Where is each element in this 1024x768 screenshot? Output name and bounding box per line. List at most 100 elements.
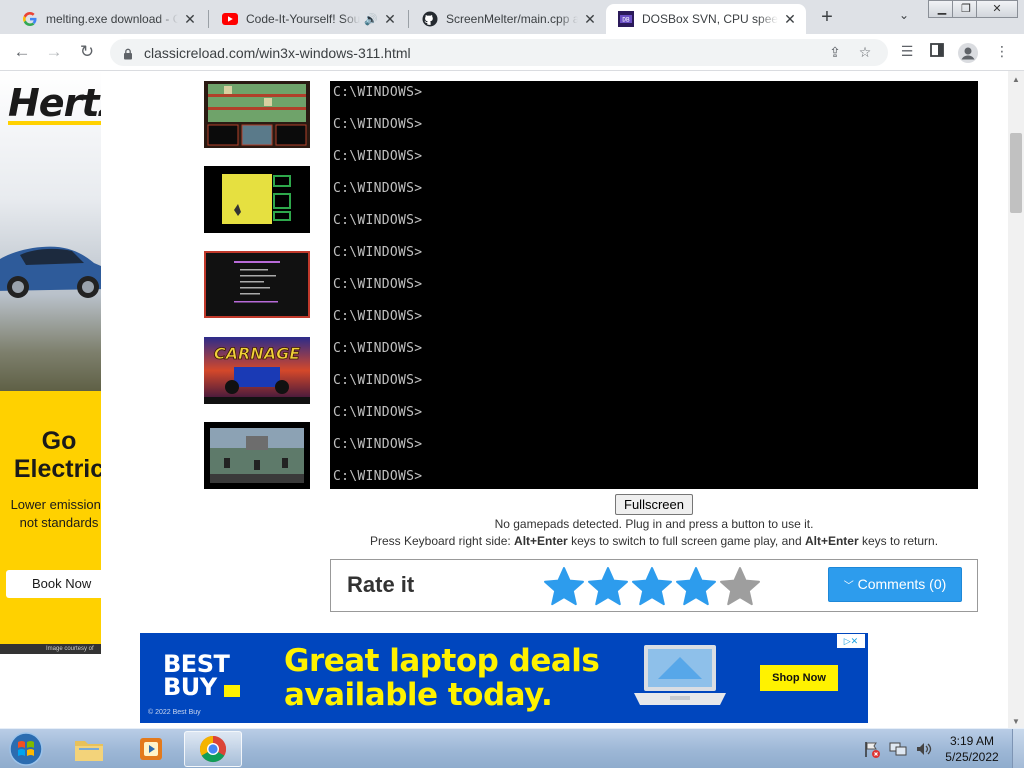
dosbox-icon: DB <box>618 11 634 27</box>
game-thumbnail[interactable] <box>204 166 310 233</box>
car-image <box>0 246 101 298</box>
bestbuy-ad[interactable]: BEST BUY © 2022 Best Buy Great laptop dea… <box>140 633 868 723</box>
network-icon[interactable] <box>888 739 908 759</box>
youtube-icon <box>222 11 238 27</box>
side-panel-icon[interactable] <box>927 43 947 63</box>
star-icon[interactable] <box>718 566 762 608</box>
volume-icon[interactable] <box>914 739 934 759</box>
star-icon[interactable] <box>674 566 718 608</box>
bookmark-star-icon[interactable]: ☆ <box>854 44 876 61</box>
tab-screenmelter[interactable]: ScreenMelter/main.cpp at ✕ <box>410 4 606 34</box>
dos-prompt-line: C:\WINDOWS> <box>333 405 423 420</box>
close-tab-icon[interactable]: ✕ <box>782 11 798 27</box>
show-desktop-button[interactable] <box>1012 729 1024 768</box>
game-screenshot-image <box>204 81 310 148</box>
google-icon <box>22 11 38 27</box>
svg-text:DB: DB <box>622 17 630 24</box>
dos-prompt-line: C:\WINDOWS> <box>333 277 423 292</box>
reload-button[interactable]: ↻ <box>75 40 99 64</box>
new-tab-button[interactable]: + <box>814 6 840 30</box>
tab-title: DOSBox SVN, CPU speed: <box>642 12 778 26</box>
speaker-icon[interactable]: 🔊 <box>364 13 378 26</box>
key-combo: Alt+Enter <box>514 534 568 548</box>
forward-button[interactable]: → <box>42 40 66 64</box>
clock-time: 3:19 AM <box>949 734 995 748</box>
bestbuy-headline: Great laptop deals available today. <box>284 644 600 712</box>
media-player-icon <box>140 738 162 760</box>
tab-search-chevron-icon[interactable]: ⌄ <box>894 8 914 28</box>
file-explorer-taskbar-button[interactable] <box>60 731 118 767</box>
laptop-image <box>634 645 726 705</box>
game-screenshot-image: CARNAGE <box>204 337 310 404</box>
game-thumbnail[interactable] <box>204 251 310 318</box>
reading-list-icon[interactable]: ☰ <box>897 43 917 63</box>
tab-title: ScreenMelter/main.cpp at <box>446 12 578 26</box>
chrome-taskbar-button[interactable] <box>184 731 242 767</box>
tab-code-it-yourself[interactable]: Code-It-Yourself! Sou 🔊 ✕ <box>210 4 406 34</box>
url-text[interactable]: classicreload.com/win3x-windows-311.html <box>144 45 816 61</box>
start-button[interactable] <box>6 730 46 768</box>
hertz-ad[interactable]: Hertz Go Electric Lower emissions not st… <box>0 71 101 654</box>
hertz-subtext: Lower emissions not standards <box>10 497 101 530</box>
profile-avatar-icon[interactable] <box>958 43 978 63</box>
star-rating[interactable] <box>542 566 762 608</box>
game-thumbnail[interactable] <box>204 422 310 489</box>
scroll-up-arrow-icon[interactable]: ▲ <box>1012 75 1020 84</box>
menu-kebab-icon[interactable]: ⋮ <box>992 43 1012 63</box>
rate-it-heading: Rate it <box>347 572 415 597</box>
comments-button[interactable]: ﹀ Comments (0) <box>828 567 962 602</box>
media-player-taskbar-button[interactable] <box>122 731 180 767</box>
browser-toolbar: ← → ↻ classicreload.com/win3x-windows-31… <box>0 34 1024 71</box>
tab-melting-download[interactable]: melting.exe download - Co ✕ <box>10 4 206 34</box>
key-combo: Alt+Enter <box>804 534 859 548</box>
bestbuy-tag-icon <box>224 685 240 697</box>
tab-title: melting.exe download - Co <box>46 12 178 26</box>
gamepad-message: No gamepads detected. Plug in and press … <box>494 517 814 531</box>
tab-dosbox-active[interactable]: DB DOSBox SVN, CPU speed: ✕ <box>606 4 806 34</box>
dos-prompt-line: C:\WINDOWS> <box>333 117 423 132</box>
bestbuy-logo-line2: BUY <box>163 673 217 701</box>
close-tab-icon[interactable]: ✕ <box>382 11 398 27</box>
dos-prompt-line: C:\WINDOWS> <box>333 149 423 164</box>
dos-prompt-line: C:\WINDOWS> <box>333 309 423 324</box>
comments-label: Comments (0) <box>857 576 947 592</box>
star-icon[interactable] <box>542 566 586 608</box>
book-now-button[interactable]: Book Now <box>6 570 101 598</box>
rating-panel: Rate it ﹀ Comments (0) <box>330 559 978 612</box>
chrome-icon <box>199 735 227 763</box>
shop-now-button[interactable]: Shop Now <box>760 665 838 691</box>
close-tab-icon[interactable]: ✕ <box>182 11 198 27</box>
star-icon[interactable] <box>630 566 674 608</box>
dos-prompt-line: C:\WINDOWS> <box>333 437 423 452</box>
taskbar-clock[interactable]: 3:19 AM 5/25/2022 <box>940 733 1004 765</box>
instruction-text: keys to return. <box>858 534 939 548</box>
address-bar[interactable]: classicreload.com/win3x-windows-311.html… <box>110 39 888 66</box>
hertz-logo-underline <box>8 121 101 125</box>
star-icon[interactable] <box>586 566 630 608</box>
dos-prompt-line: C:\WINDOWS> <box>333 469 423 484</box>
bestbuy-logo: BEST BUY <box>163 652 230 701</box>
chevron-down-icon: ﹀ <box>843 581 854 592</box>
hertz-ad-image: Hertz <box>0 71 101 391</box>
close-tab-icon[interactable]: ✕ <box>582 11 598 27</box>
action-center-flag-icon[interactable] <box>862 739 882 759</box>
windows-taskbar: 3:19 AM 5/25/2022 <box>0 728 1024 768</box>
share-icon[interactable]: ⇪ <box>824 44 846 61</box>
dos-prompt-line: C:\WINDOWS> <box>333 181 423 196</box>
clock-date: 5/25/2022 <box>945 750 999 764</box>
close-window-button[interactable]: ✕ <box>976 0 1018 18</box>
game-thumbnail[interactable] <box>204 81 310 148</box>
vertical-scrollbar[interactable]: ▲ ▼ <box>1008 71 1024 728</box>
back-button[interactable]: ← <box>10 40 34 64</box>
tab-strip: melting.exe download - Co ✕ Code-It-Your… <box>0 0 1024 34</box>
scrollbar-thumb[interactable] <box>1010 133 1022 213</box>
dos-prompt-line: C:\WINDOWS> <box>333 85 423 100</box>
dosbox-emulator-screen[interactable]: C:\WINDOWS> C:\WINDOWS> C:\WINDOWS> C:\WIND… <box>330 81 978 489</box>
game-thumbnail[interactable]: CARNAGE <box>204 337 310 404</box>
adchoices-icon[interactable]: ▷✕ <box>837 634 865 648</box>
dos-prompt-line: C:\WINDOWS> <box>333 341 423 356</box>
fullscreen-button[interactable]: Fullscreen <box>615 494 693 515</box>
tab-separator <box>408 10 409 28</box>
github-icon <box>422 11 438 27</box>
scroll-down-arrow-icon[interactable]: ▼ <box>1012 717 1020 726</box>
